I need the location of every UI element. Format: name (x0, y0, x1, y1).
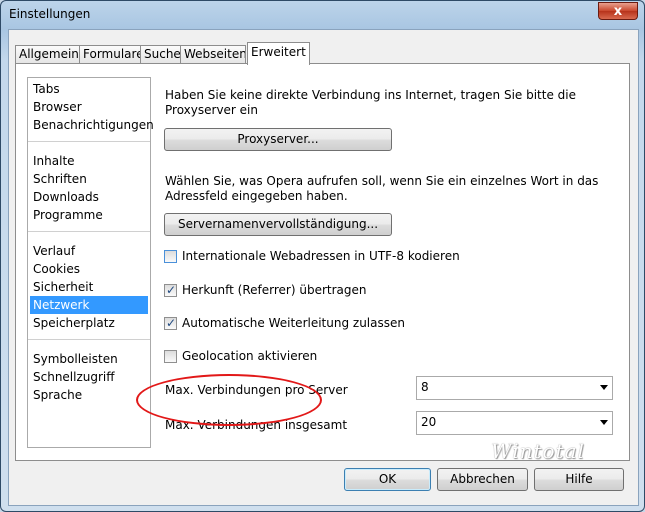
max-per-server-value: 8 (421, 380, 429, 394)
list-item-benachrichtigungen[interactable]: Benachrichtigungen (30, 116, 154, 134)
list-item-schriften[interactable]: Schriften (30, 170, 148, 188)
list-item-sprache[interactable]: Sprache (30, 386, 148, 404)
tab-allgemein[interactable]: Allgemein (15, 45, 80, 64)
list-item-symbolleisten[interactable]: Symbolleisten (30, 350, 148, 368)
cancel-button[interactable]: Abbrechen (437, 468, 528, 491)
chevron-down-icon (600, 420, 608, 425)
ok-button[interactable]: OK (344, 468, 431, 491)
max-total-select[interactable]: 20 (416, 411, 613, 435)
referrer-checkbox[interactable]: ✓ (164, 283, 177, 297)
list-item-tabs[interactable]: Tabs (30, 80, 148, 98)
servername-description-line2: Adressfeld eingegeben haben. (165, 189, 348, 203)
help-button[interactable]: Hilfe (534, 468, 624, 491)
list-item-netzwerk[interactable]: Netzwerk (30, 296, 148, 314)
chevron-down-icon (600, 385, 608, 390)
max-per-server-select[interactable]: 8 (416, 376, 613, 400)
tab-formulare[interactable]: Formulare (79, 45, 141, 64)
proxy-description-line1: Haben Sie keine direkte Verbindung ins I… (165, 88, 576, 102)
list-item-inhalte[interactable]: Inhalte (30, 152, 148, 170)
servername-completion-button[interactable]: Servernamenvervollständigung... (164, 213, 392, 236)
proxyserver-button[interactable]: Proxyserver... (164, 128, 392, 151)
dialog-client-area: Allgemein Formulare Suche Webseiten Erwe… (8, 29, 639, 506)
tab-erweitert[interactable]: Erweitert (247, 42, 310, 65)
list-separator (28, 231, 150, 232)
list-separator (28, 339, 150, 340)
close-button[interactable]: x (598, 2, 638, 20)
wintotal-watermark: Wintotal (491, 439, 585, 463)
redirect-label: Automatische Weiterleitung zulassen (182, 316, 405, 330)
proxy-description-line2: Proxyserver ein (165, 103, 258, 117)
list-item-browser[interactable]: Browser (30, 98, 148, 116)
category-list[interactable]: Tabs Browser Benachrichtigungen Inhalte … (27, 77, 154, 448)
tab-suche[interactable]: Suche (140, 45, 181, 64)
list-item-programme[interactable]: Programme (30, 206, 148, 224)
servername-description-line1: Wählen Sie, was Opera aufrufen soll, wen… (165, 174, 599, 188)
max-total-value: 20 (421, 415, 437, 429)
list-item-schnellzugriff[interactable]: Schnellzugriff (30, 368, 148, 386)
redirect-checkbox[interactable]: ✓ (164, 316, 177, 330)
utf8-checkbox[interactable] (164, 250, 177, 263)
settings-window: Einstellungen x Allgemein Formulare Such… (0, 0, 645, 512)
geolocation-checkbox[interactable] (164, 350, 177, 363)
list-item-downloads[interactable]: Downloads (30, 188, 148, 206)
check-icon: ✓ (166, 283, 177, 297)
window-title: Einstellungen (9, 7, 91, 21)
tab-panel-erweitert: Tabs Browser Benachrichtigungen Inhalte … (15, 63, 630, 461)
close-icon: x (613, 4, 623, 19)
list-item-sicherheit[interactable]: Sicherheit (30, 278, 148, 296)
list-item-cookies[interactable]: Cookies (30, 260, 148, 278)
list-separator (28, 141, 150, 142)
check-icon: ✓ (166, 316, 177, 330)
utf8-label: Internationale Webadressen in UTF-8 kodi… (182, 249, 460, 263)
geolocation-label: Geolocation aktivieren (182, 349, 318, 363)
referrer-label: Herkunft (Referrer) übertragen (182, 283, 367, 297)
geolocation-highlight-ring (136, 374, 322, 426)
list-item-speicherplatz[interactable]: Speicherplatz (30, 314, 148, 332)
tab-webseiten[interactable]: Webseiten (180, 45, 246, 64)
list-item-verlauf[interactable]: Verlauf (30, 242, 148, 260)
